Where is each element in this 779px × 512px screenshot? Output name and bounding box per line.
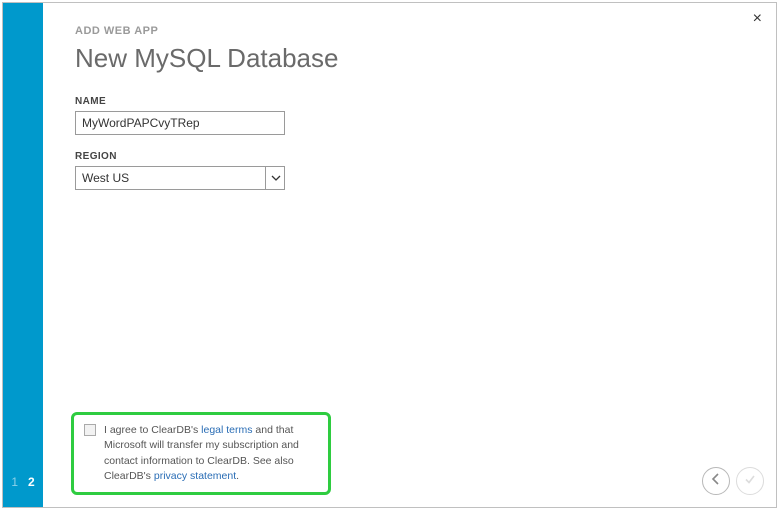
close-button[interactable]: ×	[753, 11, 762, 27]
complete-button[interactable]	[736, 467, 764, 495]
name-field-block: NAME	[75, 96, 756, 135]
region-label: REGION	[75, 151, 756, 162]
page-title: New MySQL Database	[75, 43, 756, 74]
back-button[interactable]	[702, 467, 730, 495]
region-select-value: West US	[82, 171, 129, 185]
privacy-statement-link[interactable]: privacy statement	[154, 470, 236, 482]
name-label: NAME	[75, 96, 756, 107]
name-input[interactable]	[75, 111, 285, 135]
main-content: × ADD WEB APP New MySQL Database NAME RE…	[43, 3, 776, 507]
arrow-left-icon	[709, 472, 723, 491]
consent-checkbox[interactable]	[84, 424, 96, 436]
step-rail: 1 2	[3, 3, 43, 507]
step-1[interactable]: 1	[11, 475, 18, 489]
region-field-block: REGION West US	[75, 151, 756, 190]
step-2[interactable]: 2	[28, 475, 35, 489]
legal-terms-link[interactable]: legal terms	[201, 424, 252, 436]
region-select[interactable]: West US	[75, 166, 285, 190]
consent-text: I agree to ClearDB's legal terms and tha…	[104, 423, 318, 484]
check-icon	[743, 472, 757, 491]
step-indicator: 1 2	[11, 475, 34, 489]
consent-highlight: I agree to ClearDB's legal terms and tha…	[71, 412, 331, 495]
breadcrumb: ADD WEB APP	[75, 25, 756, 37]
wizard-panel: 1 2 × ADD WEB APP New MySQL Database NAM…	[2, 2, 777, 508]
wizard-nav	[702, 467, 764, 495]
